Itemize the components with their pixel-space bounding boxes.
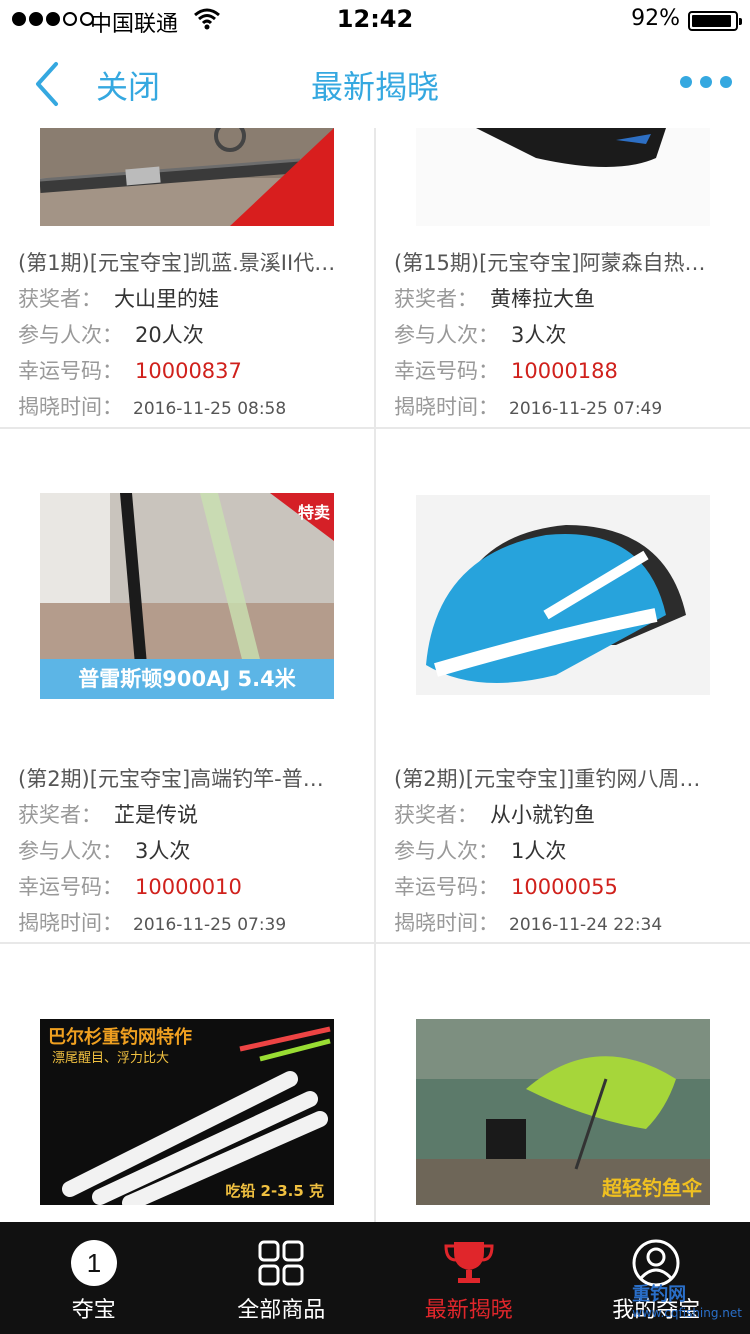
close-button[interactable]: 关闭 [96,62,160,108]
winner-row: 获奖者： 大山里的娃 [18,281,368,317]
product-image: 特卖 普雷斯顿900AJ 5.4米 [40,493,334,699]
winner-label: 获奖者： [394,803,478,827]
battery-percentage: 92% [631,6,680,31]
svg-text:1: 1 [87,1248,101,1278]
participants-value: 3人次 [135,839,191,863]
participants-value: 20人次 [135,323,204,347]
winner-label: 获奖者： [18,287,102,311]
winner-label: 获奖者： [394,287,478,311]
product-image [40,128,334,226]
winner-name: 芷是传说 [114,803,198,827]
product-info: (第1期)[元宝夺宝]凯蓝.景溪II代… 获奖者： 大山里的娃 参与人次： 20人次… [18,245,368,425]
reveal-time-row: 揭晓时间： 2016-11-25 07:39 [18,905,368,941]
product-image [416,495,710,695]
back-chevron-icon[interactable] [28,58,68,110]
product-info: (第2期)[元宝夺宝]]重钓网八周… 获奖者： 从小就钓鱼 参与人次： 1人次 幸运… [394,761,744,941]
winner-row: 获奖者： 黄棒拉大鱼 [394,281,744,317]
lucky-number-value: 10000055 [511,875,618,899]
participants-row: 参与人次： 1人次 [394,833,744,869]
product-info: (第2期)[元宝夺宝]高端钓竿-普… 获奖者： 芷是传说 参与人次： 3人次 幸运号… [18,761,368,941]
lucky-number-row: 幸运号码： 10000055 [394,869,744,905]
tab-label: 全部商品 [237,1298,326,1323]
participants-label: 参与人次： [394,839,499,863]
participants-value: 1人次 [511,839,567,863]
lucky-number-value: 10000188 [511,359,618,383]
product-image: 超轻钓鱼伞 [416,1019,710,1205]
reveal-time-row: 揭晓时间： 2016-11-25 07:49 [394,389,744,425]
participants-label: 参与人次： [18,839,123,863]
lucky-number-label: 幸运号码： [394,875,499,899]
nav-bar: 关闭 最新揭晓 [0,40,750,128]
participants-row: 参与人次： 3人次 [394,317,744,353]
tab-label: 最新揭晓 [424,1298,513,1323]
reveal-time-value: 2016-11-25 07:49 [509,399,663,419]
battery-icon [688,11,742,31]
winner-row: 获奖者： 芷是传说 [18,797,368,833]
product-info: (第15期)[元宝夺宝]阿蒙森自热… 获奖者： 黄棒拉大鱼 参与人次： 3人次 幸运… [394,245,744,425]
tab-label: 夺宝 [71,1298,116,1323]
reveal-time-value: 2016-11-25 08:58 [133,399,287,419]
product-image [416,128,710,226]
product-title[interactable]: (第2期)[元宝夺宝]]重钓网八周… [394,761,744,797]
number-one-circle-icon: 1 [70,1240,117,1286]
reveal-time-label: 揭晓时间： [18,395,123,419]
trophy-icon [444,1242,494,1283]
winner-label: 获奖者： [18,803,102,827]
winner-name: 大山里的娃 [114,287,219,311]
winner-row: 获奖者： 从小就钓鱼 [394,797,744,833]
product-banner: 普雷斯顿900AJ 5.4米 [40,659,334,699]
tab-latest-reveal[interactable]: 最新揭晓 [375,1222,563,1334]
product-banner: 超轻钓鱼伞 [602,1176,702,1200]
lucky-number-row: 幸运号码： 10000837 [18,353,368,389]
product-image: 巴尔杉重钓网特作 漂尾醒目、浮力比大 吃铅 2-3.5 克 [40,1019,334,1205]
participants-label: 参与人次： [394,323,499,347]
lucky-number-label: 幸运号码： [18,875,123,899]
reveal-time-value: 2016-11-25 07:39 [133,915,287,935]
reveal-time-row: 揭晓时间： 2016-11-25 08:58 [18,389,368,425]
participants-row: 参与人次： 3人次 [18,833,368,869]
participants-row: 参与人次： 20人次 [18,317,368,353]
participants-label: 参与人次： [18,323,123,347]
reveal-time-label: 揭晓时间： [394,395,499,419]
product-banner: 巴尔杉重钓网特作 [48,1027,192,1048]
reveal-time-value: 2016-11-24 22:34 [509,915,663,935]
lucky-number-value: 10000010 [135,875,242,899]
watermark-url: www.cqfishing.net [632,1306,742,1320]
watermark-brand: 重钓网 [632,1284,687,1305]
product-card[interactable]: (第1期)[元宝夺宝]凯蓝.景溪II代… 获奖者： 大山里的娃 参与人次： 20人次… [0,128,374,427]
product-card[interactable]: 巴尔杉重钓网特作 漂尾醒目、浮力比大 吃铅 2-3.5 克 [0,944,374,1222]
product-title[interactable]: (第15期)[元宝夺宝]阿蒙森自热… [394,245,744,281]
tab-all-products[interactable]: 全部商品 [188,1222,376,1334]
lucky-number-label: 幸运号码： [394,359,499,383]
product-card[interactable]: (第15期)[元宝夺宝]阿蒙森自热… 获奖者： 黄棒拉大鱼 参与人次： 3人次 幸运… [376,128,750,427]
grid-icon [258,1240,304,1286]
status-bar: 中国联通 12:42 92% [0,0,750,40]
corner-tag: 特卖 [297,503,330,522]
tab-duobao[interactable]: 1 夺宝 [0,1222,188,1334]
product-banner-sub: 漂尾醒目、浮力比大 [52,1051,170,1066]
lucky-number-label: 幸运号码： [18,359,123,383]
product-title[interactable]: (第2期)[元宝夺宝]高端钓竿-普… [18,761,368,797]
product-card[interactable]: (第2期)[元宝夺宝]]重钓网八周… 获奖者： 从小就钓鱼 参与人次： 1人次 幸运… [376,429,750,942]
winner-name: 黄棒拉大鱼 [490,287,595,311]
more-options-icon[interactable] [680,76,732,88]
product-card[interactable]: 超轻钓鱼伞 [376,944,750,1222]
product-banner-bottom: 吃铅 2-3.5 克 [225,1182,324,1200]
reveal-time-label: 揭晓时间： [18,911,123,935]
lucky-number-row: 幸运号码： 10000010 [18,869,368,905]
watermark-logo: 重钓网 www.cqfishing.net [632,1280,742,1320]
product-title[interactable]: (第1期)[元宝夺宝]凯蓝.景溪II代… [18,245,368,281]
lucky-number-value: 10000837 [135,359,242,383]
results-grid: (第1期)[元宝夺宝]凯蓝.景溪II代… 获奖者： 大山里的娃 参与人次： 20人次… [0,128,750,1222]
reveal-time-label: 揭晓时间： [394,911,499,935]
product-card[interactable]: 特卖 普雷斯顿900AJ 5.4米 (第2期)[元宝夺宝]高端钓竿-普… 获奖者… [0,429,374,942]
lucky-number-row: 幸运号码： 10000188 [394,353,744,389]
reveal-time-row: 揭晓时间： 2016-11-24 22:34 [394,905,744,941]
participants-value: 3人次 [511,323,567,347]
winner-name: 从小就钓鱼 [490,803,595,827]
